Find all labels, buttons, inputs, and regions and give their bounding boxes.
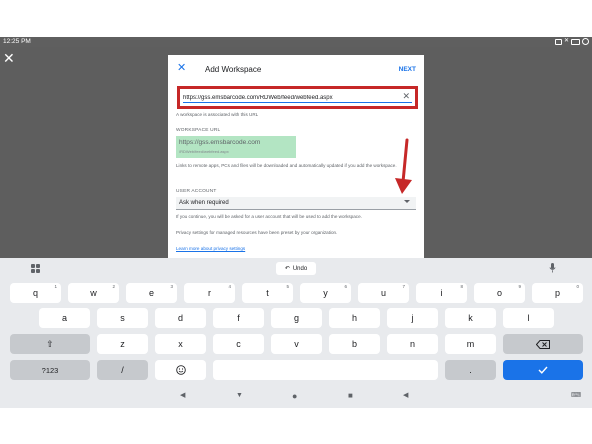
key-g[interactable]: g [271, 308, 322, 328]
key-t[interactable]: t5 [242, 283, 293, 303]
battery-icon [571, 38, 580, 45]
key-n[interactable]: n [387, 334, 438, 354]
recents-icon[interactable]: ■ [348, 392, 353, 400]
dropdown-caret-icon [404, 200, 410, 203]
user-account-value: Ask when required [179, 200, 229, 206]
status-time: 12:25 PM [3, 38, 31, 45]
box-icon [554, 38, 562, 45]
url-field-highlight: ✕ [177, 86, 418, 109]
undo-label: Undo [292, 265, 308, 272]
cross-icon: ✕ [563, 38, 569, 44]
privacy-description: Privacy settings for managed resources h… [176, 230, 338, 235]
circle-icon [582, 38, 589, 45]
url-underline [183, 102, 412, 103]
screen: 12:25 PM ✕ ✕ ✕ Add Workspace NEXT ✕ A wo… [0, 0, 592, 444]
key-y[interactable]: y6 [300, 283, 351, 303]
continue-description: If you continue, you will be asked for a… [176, 214, 362, 219]
key-p[interactable]: p0 [532, 283, 583, 303]
backspace-key[interactable] [503, 334, 583, 354]
links-description: Links to remote apps, PCs and files will… [176, 163, 397, 168]
mic-icon[interactable] [549, 263, 556, 275]
key-k[interactable]: k [445, 308, 496, 328]
home-icon[interactable]: ● [292, 392, 297, 401]
key-j[interactable]: j [387, 308, 438, 328]
key-m[interactable]: m [445, 334, 496, 354]
undo-icon: ↶ [284, 266, 290, 272]
workspace-url-label: WORKSPACE URL [176, 128, 221, 133]
workspace-url-value: https://gss.emsbarcode.com /RDWeb/feed/w… [176, 136, 296, 158]
key-v[interactable]: v [271, 334, 322, 354]
user-account-select[interactable]: Ask when required [176, 197, 416, 210]
key-r[interactable]: r4 [184, 283, 235, 303]
slash-key[interactable]: / [97, 360, 148, 380]
close-icon[interactable]: ✕ [3, 51, 15, 65]
keyboard [0, 258, 592, 408]
key-c[interactable]: c [213, 334, 264, 354]
status-bar: 12:25 PM ✕ [0, 37, 592, 47]
shift-icon: ⇧ [46, 338, 54, 349]
url-hint: A workspace is associated with this URL [176, 112, 259, 117]
key-z[interactable]: z [97, 334, 148, 354]
key-d[interactable]: d [155, 308, 206, 328]
emoji-icon [175, 365, 186, 375]
volume-up-icon[interactable]: ◀ [403, 392, 408, 400]
shift-key[interactable]: ⇧ [10, 334, 90, 354]
volume-down-icon[interactable]: ◀ [180, 392, 185, 400]
status-icons: ✕ [554, 38, 589, 45]
key-i[interactable]: i8 [416, 283, 467, 303]
dialog-close-icon[interactable]: ✕ [177, 63, 186, 74]
space-key[interactable] [213, 360, 438, 380]
key-x[interactable]: x [155, 334, 206, 354]
key-l[interactable]: l [503, 308, 554, 328]
key-f[interactable]: f [213, 308, 264, 328]
enter-key[interactable] [503, 360, 583, 380]
grid-icon[interactable] [31, 264, 40, 273]
key-w[interactable]: w2 [68, 283, 119, 303]
workspace-url-line2: /RDWeb/feed/webfeed.aspx [179, 149, 229, 154]
key-u[interactable]: u7 [358, 283, 409, 303]
workspace-url-line1: https://gss.emsbarcode.com [179, 139, 261, 146]
key-e[interactable]: e3 [126, 283, 177, 303]
key-o[interactable]: o9 [474, 283, 525, 303]
keyboard-switch-icon[interactable]: ⌨ [571, 392, 581, 400]
key-s[interactable]: s [97, 308, 148, 328]
check-icon [538, 366, 548, 374]
key-h[interactable]: h [329, 308, 380, 328]
dialog-title: Add Workspace [205, 65, 262, 74]
key-b[interactable]: b [329, 334, 380, 354]
user-account-label: USER ACCOUNT [176, 189, 217, 194]
backspace-icon [536, 339, 550, 349]
key-q[interactable]: q1 [10, 283, 61, 303]
next-button[interactable]: NEXT [399, 66, 416, 73]
undo-button[interactable]: ↶ Undo [276, 262, 316, 275]
period-key[interactable]: . [445, 360, 496, 380]
back-icon[interactable]: ▼ [236, 392, 243, 400]
key-a[interactable]: a [39, 308, 90, 328]
add-workspace-dialog: ✕ Add Workspace NEXT ✕ A workspace is as… [168, 55, 424, 258]
emoji-key[interactable] [155, 360, 206, 380]
symbols-key[interactable]: ?123 [10, 360, 90, 380]
annotation-arrow-icon [395, 138, 412, 194]
privacy-link[interactable]: Learn more about privacy settings [176, 246, 245, 251]
